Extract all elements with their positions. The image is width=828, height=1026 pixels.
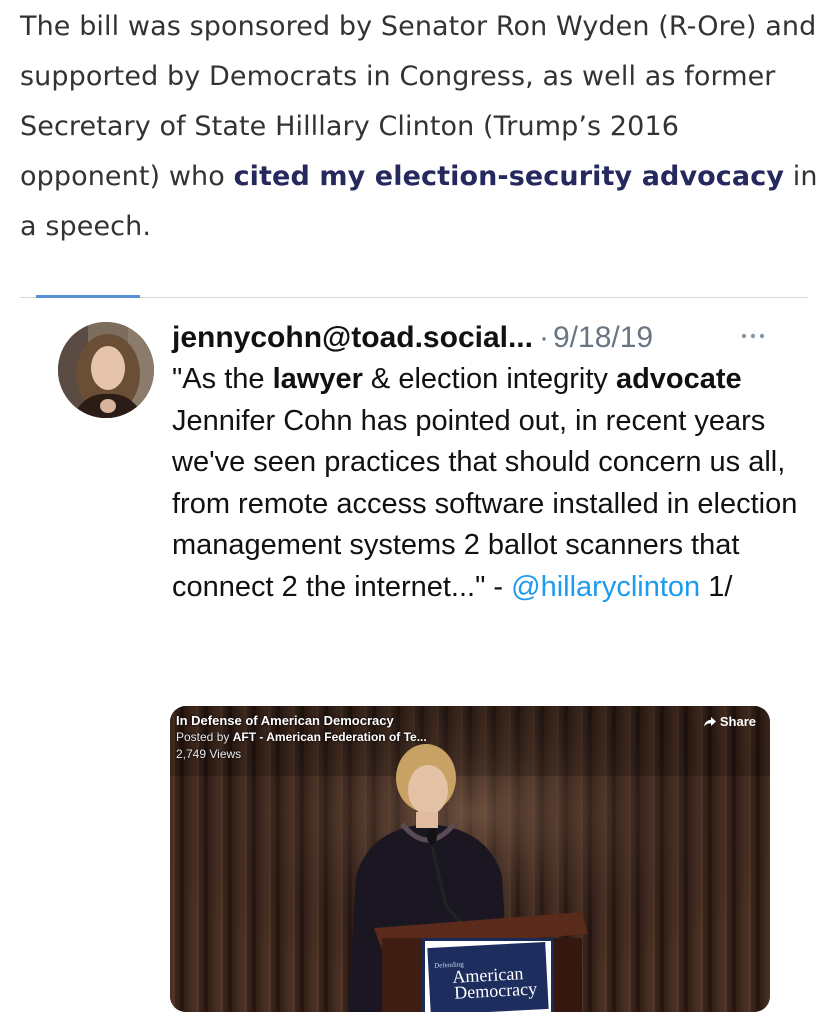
hillaryclinton-mention-link[interactable]: @hillaryclinton xyxy=(511,571,700,603)
share-arrow-icon xyxy=(703,716,716,726)
tweet-author-handle[interactable]: jennycohn@toad.social... xyxy=(172,321,533,354)
podium-sign: Defending American Democracy xyxy=(422,938,554,1012)
header-separator: · xyxy=(538,321,549,354)
video-posted-by: Posted by AFT - American Federation of T… xyxy=(176,730,427,744)
avatar[interactable] xyxy=(58,322,154,418)
tweet-text-part: & election integrity xyxy=(362,363,616,395)
article-paragraph: The bill was sponsored by Senator Ron Wy… xyxy=(20,2,820,252)
election-security-advocacy-link[interactable]: cited my election-security advocacy xyxy=(234,161,784,192)
tweet-text-part: 1/ xyxy=(700,570,733,603)
video-embed[interactable]: Defending American Democracy In Defense … xyxy=(170,706,770,1012)
tweet-header: jennycohn@toad.social... · 9/18/19 xyxy=(172,318,653,358)
posted-by-prefix: Posted by xyxy=(176,730,233,744)
video-view-count: 2,749 Views xyxy=(176,747,242,761)
tweet-text-bold: lawyer xyxy=(272,363,363,395)
share-label: Share xyxy=(719,714,756,729)
podium-sign-line2: Democracy xyxy=(453,977,538,1003)
more-options-icon[interactable] xyxy=(736,326,770,346)
avatar-image xyxy=(58,322,154,418)
video-title[interactable]: In Defense of American Democracy xyxy=(176,713,394,728)
tweet-date[interactable]: 9/18/19 xyxy=(553,321,653,354)
posted-by-channel[interactable]: AFT - American Federation of Te... xyxy=(233,730,427,744)
share-button[interactable]: Share xyxy=(703,714,756,729)
tweet-text: "As the lawyer & election integrity advo… xyxy=(172,359,802,609)
divider-accent xyxy=(36,295,140,298)
tweet-text-bold: advocate xyxy=(615,363,742,395)
tweet-text-part: "As the xyxy=(172,363,273,395)
